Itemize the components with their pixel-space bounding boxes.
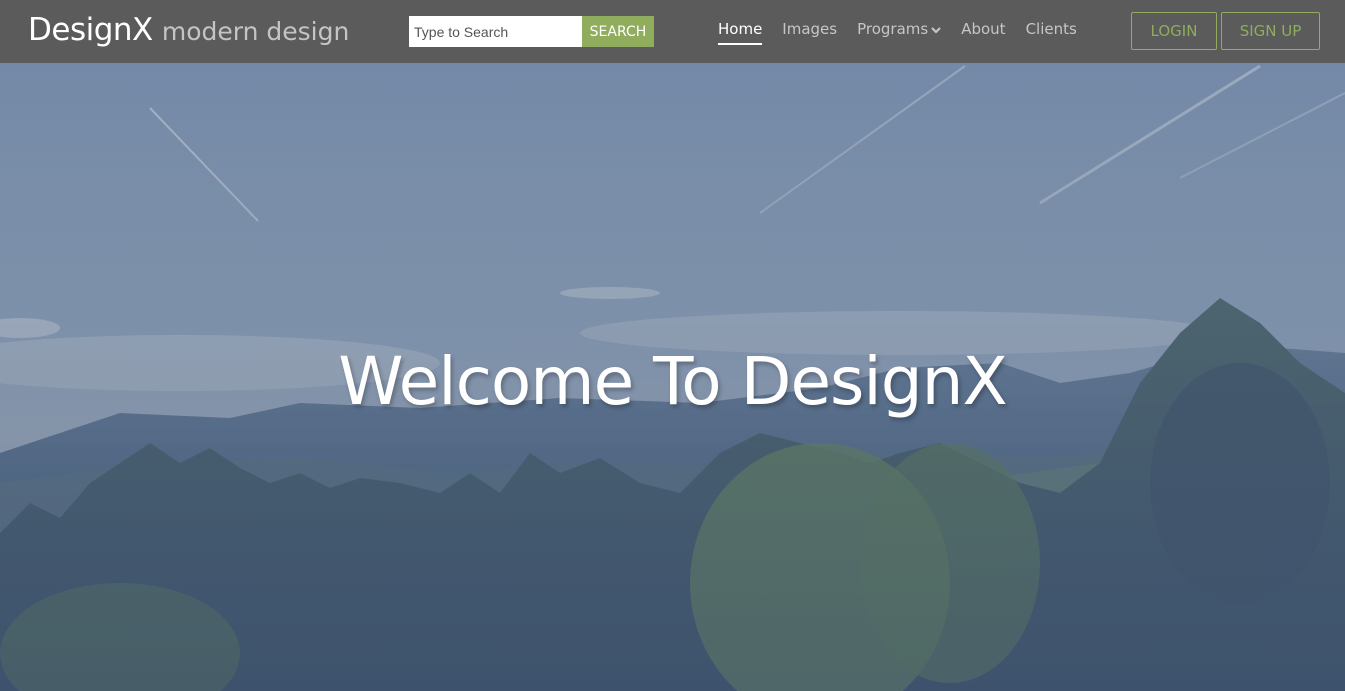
search-input[interactable]: [409, 16, 582, 47]
top-navigation-bar: DesignX modern design SEARCH Home Images…: [0, 0, 1345, 63]
nav-item-about[interactable]: About: [961, 20, 1005, 38]
hero-title: Welcome To DesignX: [338, 343, 1007, 420]
nav-item-home[interactable]: Home: [718, 20, 763, 45]
search-button[interactable]: SEARCH: [582, 16, 654, 47]
signup-button[interactable]: SIGN UP: [1221, 12, 1320, 50]
nav-item-clients[interactable]: Clients: [1026, 20, 1077, 38]
nav-item-images[interactable]: Images: [782, 20, 837, 38]
brand-tagline: modern design: [161, 17, 350, 46]
hero-banner: Welcome To DesignX: [0, 63, 1345, 691]
login-button[interactable]: LOGIN: [1131, 12, 1217, 50]
nav-item-programs-label: Programs: [857, 20, 929, 38]
main-nav: Home Images Programs About Clients: [718, 20, 1077, 45]
chevron-down-icon: [931, 26, 941, 34]
nav-item-programs[interactable]: Programs: [857, 20, 941, 38]
brand-name: DesignX: [28, 12, 153, 48]
search-form: SEARCH: [409, 16, 654, 47]
brand-logo[interactable]: DesignX modern design: [28, 12, 349, 48]
